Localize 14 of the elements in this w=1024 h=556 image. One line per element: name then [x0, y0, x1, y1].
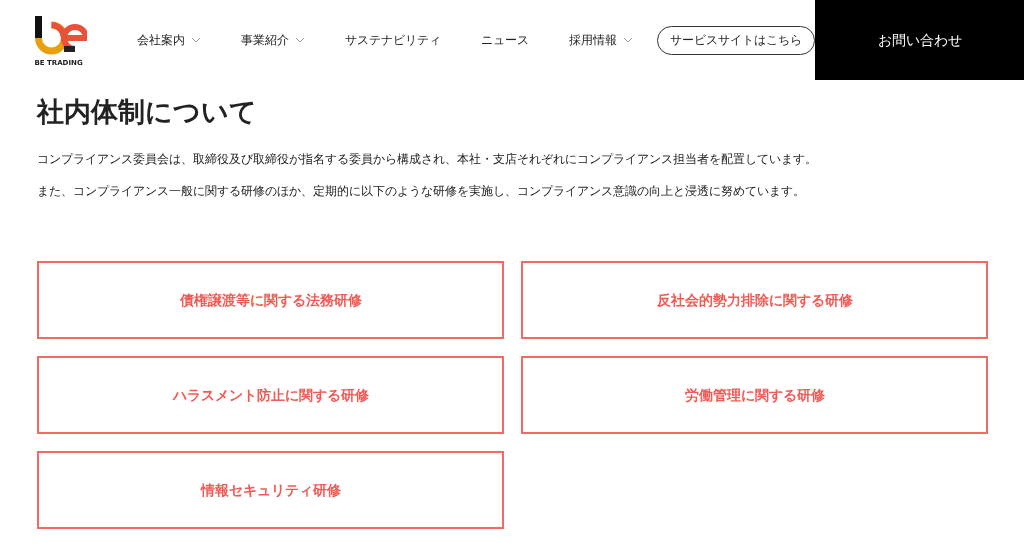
page-heading: 社内体制について [37, 95, 258, 129]
nav-link[interactable]: 事業紹介 [221, 31, 326, 49]
contact-button[interactable]: お問い合わせ [815, 0, 1024, 80]
body-paragraph: コンプライアンス委員会は、取締役及び取締役が指名する委員から構成され、本社・支店それぞれにコンプライアンス担当者を配置しています。 [37, 151, 818, 168]
training-card: 労働管理に関する研修 [521, 356, 988, 434]
training-card: 反社会的勢力排除に関する研修 [521, 261, 988, 339]
nav-link[interactable]: サステナビリティ [325, 31, 462, 49]
training-card: 情報セキュリティ研修 [37, 451, 504, 529]
body-paragraph: また、コンプライアンス一般に関する研修のほか、定期的に以下のような研修を実施し、コンプライアンス意識の向上と浸透に努めています。 [37, 183, 806, 200]
nav-link[interactable]: 会社案内 [117, 31, 222, 49]
training-card: 債権譲渡等に関する法務研修 [37, 261, 504, 339]
nav-link[interactable]: ニュース [461, 31, 550, 49]
nav-link[interactable]: 採用情報 [549, 31, 654, 49]
training-card: ハラスメント防止に関する研修 [37, 356, 504, 434]
